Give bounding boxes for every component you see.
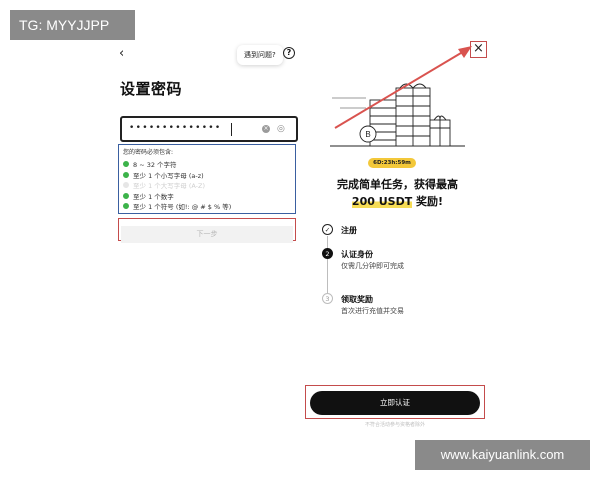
page-title: 设置密码: [120, 80, 183, 98]
password-value: ••••••••••••••: [129, 123, 222, 133]
check-icon: [123, 192, 129, 199]
gift-boxes-illustration: B: [330, 83, 465, 147]
cta-highlight: 立即认证: [305, 385, 485, 419]
countdown-badge: 6D:23h:59m: [368, 158, 416, 168]
set-password-panel: ‹ 遇到问题? ? 设置密码 •••••••••••••• × ◎ 您的密码必须…: [110, 40, 300, 440]
footnote: 不符合活动参与资格者除外: [364, 422, 425, 428]
steps-connector: [327, 236, 328, 296]
check-icon: [123, 171, 129, 178]
promo-suffix: 奖励!: [412, 195, 444, 208]
check-icon: [123, 203, 129, 210]
promo-amount: 200 USDT: [351, 195, 413, 208]
step-2-number: 2: [322, 248, 333, 259]
annotation-arrow: [334, 46, 472, 129]
next-button[interactable]: 下一步: [121, 225, 293, 243]
requirement-item: 8 ~ 32 个字符: [123, 159, 291, 170]
requirement-text: 8 ~ 32 个字符: [133, 161, 177, 170]
check-icon: [123, 161, 129, 168]
step-3-title: 领取奖励: [341, 295, 373, 304]
requirement-text: 至少 1 个数字: [133, 192, 174, 201]
next-button-highlight: 下一步: [118, 218, 296, 243]
password-requirements: 您的密码必须包含: 8 ~ 32 个字符 至少 1 个小写字母 (a-z) 至少…: [118, 144, 296, 214]
requirement-item: 至少 1 个大写字母 (A-Z): [123, 180, 291, 191]
step-3-subtitle: 首次进行充值并交易: [341, 307, 404, 315]
step-2-subtitle: 仅需几分钟即可完成: [341, 262, 404, 270]
requirement-text: 至少 1 个大写字母 (A-Z): [133, 182, 206, 191]
text-caret: [231, 123, 232, 136]
help-chip[interactable]: 遇到问题?: [237, 45, 283, 65]
help-icon[interactable]: ?: [283, 47, 295, 59]
watermark-bottom: www.kaiyuanlink.com: [415, 440, 590, 470]
close-icon[interactable]: ×: [470, 41, 487, 58]
requirement-item: 至少 1 个符号 (如!: @ # $ % 等): [123, 201, 291, 212]
back-chevron-icon[interactable]: ‹: [119, 46, 124, 61]
password-field[interactable]: •••••••••••••• × ◎: [120, 116, 298, 142]
eye-off-icon[interactable]: ◎: [277, 124, 285, 134]
watermark-top: TG: MYYJJPP: [10, 10, 135, 40]
step-3-number: 3: [322, 293, 333, 304]
svg-text:B: B: [365, 130, 370, 139]
requirement-item: 至少 1 个数字: [123, 191, 291, 202]
clear-icon[interactable]: ×: [262, 125, 270, 133]
promo-reward: 200 USDT 奖励!: [305, 193, 490, 209]
step-1-title: 注册: [341, 226, 357, 235]
check-icon: [123, 182, 129, 189]
requirement-item: 至少 1 个小写字母 (a-z): [123, 170, 291, 181]
promo-headline: 完成简单任务，获得最高: [337, 178, 458, 191]
verify-now-button[interactable]: 立即认证: [310, 390, 480, 415]
step-1-check-icon: ✓: [322, 224, 333, 235]
requirement-text: 至少 1 个符号 (如!: @ # $ % 等): [133, 203, 232, 212]
requirement-text: 至少 1 个小写字母 (a-z): [133, 171, 204, 180]
step-2-title: 认证身份: [341, 250, 373, 259]
promo-panel: × B 6D:23h:59m 完成简单任务，获得最高 200 USDT 奖励! …: [305, 40, 490, 440]
requirements-heading: 您的密码必须包含:: [123, 149, 174, 156]
